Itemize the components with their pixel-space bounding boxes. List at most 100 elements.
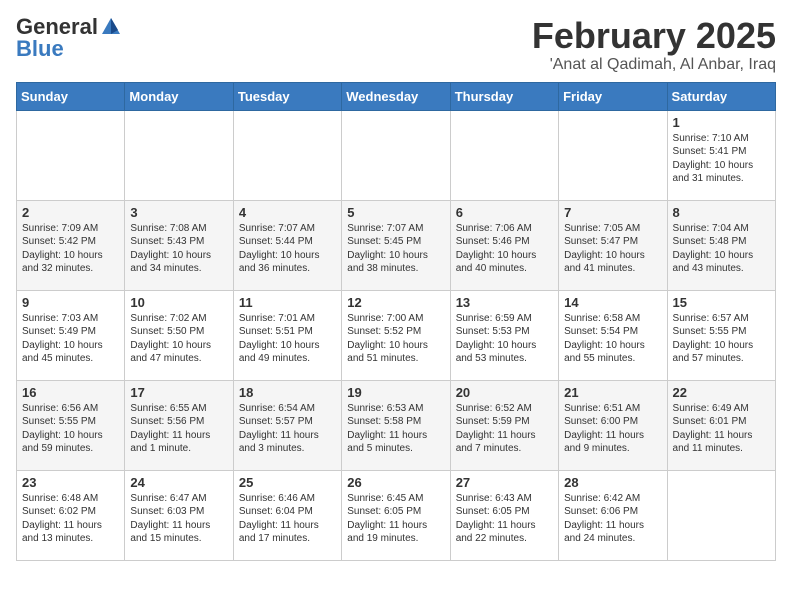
weekday-header-cell: Monday [125,82,233,110]
day-info: Sunrise: 6:46 AM Sunset: 6:04 PM Dayligh… [239,492,336,546]
day-info: Sunrise: 6:59 AM Sunset: 5:53 PM Dayligh… [456,312,553,366]
calendar-cell: 13 Sunrise: 6:59 AM Sunset: 5:53 PM Dayli… [450,290,558,380]
calendar-cell: 9 Sunrise: 7:03 AM Sunset: 5:49 PM Daylig… [17,290,125,380]
title-section: February 2025 'Anat al Qadimah, Al Anbar… [532,16,776,74]
day-info: Sunrise: 6:55 AM Sunset: 5:56 PM Dayligh… [130,402,227,456]
day-info: Sunrise: 7:01 AM Sunset: 5:51 PM Dayligh… [239,312,336,366]
calendar-week-row: 9 Sunrise: 7:03 AM Sunset: 5:49 PM Daylig… [17,290,776,380]
weekday-header-cell: Sunday [17,82,125,110]
calendar-cell: 26 Sunrise: 6:45 AM Sunset: 6:05 PM Dayli… [342,470,450,560]
calendar-cell: 22Sunrise: 6:49 AM Sunset: 6:01 PM Dayli… [667,380,775,470]
day-number: 18 [239,385,336,400]
day-info: Sunrise: 7:10 AM Sunset: 5:41 PM Dayligh… [673,132,770,186]
calendar-cell [125,110,233,200]
day-info: Sunrise: 7:09 AM Sunset: 5:42 PM Dayligh… [22,222,119,276]
calendar-cell: 15Sunrise: 6:57 AM Sunset: 5:55 PM Dayli… [667,290,775,380]
day-number: 5 [347,205,444,220]
day-number: 27 [456,475,553,490]
day-info: Sunrise: 7:04 AM Sunset: 5:48 PM Dayligh… [673,222,770,276]
day-number: 17 [130,385,227,400]
day-info: Sunrise: 7:03 AM Sunset: 5:49 PM Dayligh… [22,312,119,366]
calendar-cell: 18 Sunrise: 6:54 AM Sunset: 5:57 PM Dayli… [233,380,341,470]
logo-general-text: General [16,16,98,38]
day-number: 2 [22,205,119,220]
calendar-cell: 3 Sunrise: 7:08 AM Sunset: 5:43 PM Daylig… [125,200,233,290]
calendar-week-row: 1 Sunrise: 7:10 AM Sunset: 5:41 PM Daylig… [17,110,776,200]
calendar-cell [667,470,775,560]
day-info: Sunrise: 6:56 AM Sunset: 5:55 PM Dayligh… [22,402,119,456]
calendar-cell: 24 Sunrise: 6:47 AM Sunset: 6:03 PM Dayli… [125,470,233,560]
day-number: 4 [239,205,336,220]
calendar-cell: 27 Sunrise: 6:43 AM Sunset: 6:05 PM Dayli… [450,470,558,560]
page-header: General Blue February 2025 'Anat al Qadi… [16,16,776,74]
day-number: 9 [22,295,119,310]
day-info: Sunrise: 6:47 AM Sunset: 6:03 PM Dayligh… [130,492,227,546]
day-info: Sunrise: 7:07 AM Sunset: 5:44 PM Dayligh… [239,222,336,276]
day-info: Sunrise: 6:42 AM Sunset: 6:06 PM Dayligh… [564,492,661,546]
calendar-cell: 19 Sunrise: 6:53 AM Sunset: 5:58 PM Dayli… [342,380,450,470]
day-info: Sunrise: 7:08 AM Sunset: 5:43 PM Dayligh… [130,222,227,276]
calendar-cell: 12 Sunrise: 7:00 AM Sunset: 5:52 PM Dayli… [342,290,450,380]
calendar-cell: 2 Sunrise: 7:09 AM Sunset: 5:42 PM Daylig… [17,200,125,290]
day-number: 12 [347,295,444,310]
day-number: 14 [564,295,661,310]
day-info: Sunrise: 6:51 AM Sunset: 6:00 PM Dayligh… [564,402,661,456]
day-number: 20 [456,385,553,400]
calendar-cell: 17 Sunrise: 6:55 AM Sunset: 5:56 PM Dayli… [125,380,233,470]
calendar-cell: 7Sunrise: 7:05 AM Sunset: 5:47 PM Daylig… [559,200,667,290]
calendar-cell [342,110,450,200]
day-info: Sunrise: 6:48 AM Sunset: 6:02 PM Dayligh… [22,492,119,546]
weekday-header-cell: Thursday [450,82,558,110]
calendar-cell: 20Sunrise: 6:52 AM Sunset: 5:59 PM Dayli… [450,380,558,470]
day-number: 8 [673,205,770,220]
day-number: 19 [347,385,444,400]
day-number: 7 [564,205,661,220]
weekday-header-row: SundayMondayTuesdayWednesdayThursdayFrid… [17,82,776,110]
day-info: Sunrise: 6:45 AM Sunset: 6:05 PM Dayligh… [347,492,444,546]
calendar-cell: 6Sunrise: 7:06 AM Sunset: 5:46 PM Daylig… [450,200,558,290]
calendar-cell [17,110,125,200]
calendar-week-row: 2 Sunrise: 7:09 AM Sunset: 5:42 PM Daylig… [17,200,776,290]
logo-blue-text: Blue [16,38,64,60]
day-number: 22 [673,385,770,400]
day-info: Sunrise: 6:58 AM Sunset: 5:54 PM Dayligh… [564,312,661,366]
calendar-cell: 14 Sunrise: 6:58 AM Sunset: 5:54 PM Dayli… [559,290,667,380]
calendar-cell: 16 Sunrise: 6:56 AM Sunset: 5:55 PM Dayli… [17,380,125,470]
day-number: 13 [456,295,553,310]
day-info: Sunrise: 7:02 AM Sunset: 5:50 PM Dayligh… [130,312,227,366]
day-info: Sunrise: 6:53 AM Sunset: 5:58 PM Dayligh… [347,402,444,456]
weekday-header-cell: Tuesday [233,82,341,110]
calendar-cell: 28Sunrise: 6:42 AM Sunset: 6:06 PM Dayli… [559,470,667,560]
day-info: Sunrise: 6:54 AM Sunset: 5:57 PM Dayligh… [239,402,336,456]
day-number: 6 [456,205,553,220]
calendar-table: SundayMondayTuesdayWednesdayThursdayFrid… [16,82,776,561]
weekday-header-cell: Wednesday [342,82,450,110]
calendar-cell: 25 Sunrise: 6:46 AM Sunset: 6:04 PM Dayli… [233,470,341,560]
day-number: 26 [347,475,444,490]
day-number: 21 [564,385,661,400]
day-info: Sunrise: 7:00 AM Sunset: 5:52 PM Dayligh… [347,312,444,366]
day-number: 23 [22,475,119,490]
calendar-cell: 11 Sunrise: 7:01 AM Sunset: 5:51 PM Dayli… [233,290,341,380]
month-title: February 2025 [532,16,776,56]
logo: General Blue [16,16,122,60]
calendar-week-row: 23 Sunrise: 6:48 AM Sunset: 6:02 PM Dayli… [17,470,776,560]
day-number: 25 [239,475,336,490]
logo-icon [100,16,122,38]
day-number: 24 [130,475,227,490]
calendar-week-row: 16 Sunrise: 6:56 AM Sunset: 5:55 PM Dayli… [17,380,776,470]
calendar-cell: 8 Sunrise: 7:04 AM Sunset: 5:48 PM Daylig… [667,200,775,290]
day-number: 10 [130,295,227,310]
calendar-cell: 5Sunrise: 7:07 AM Sunset: 5:45 PM Daylig… [342,200,450,290]
calendar-cell: 4 Sunrise: 7:07 AM Sunset: 5:44 PM Daylig… [233,200,341,290]
day-number: 3 [130,205,227,220]
day-number: 16 [22,385,119,400]
calendar-cell [233,110,341,200]
day-info: Sunrise: 6:43 AM Sunset: 6:05 PM Dayligh… [456,492,553,546]
day-number: 1 [673,115,770,130]
calendar-cell: 23 Sunrise: 6:48 AM Sunset: 6:02 PM Dayli… [17,470,125,560]
calendar-cell: 1 Sunrise: 7:10 AM Sunset: 5:41 PM Daylig… [667,110,775,200]
location-title: 'Anat al Qadimah, Al Anbar, Iraq [532,56,776,74]
day-number: 15 [673,295,770,310]
day-number: 11 [239,295,336,310]
